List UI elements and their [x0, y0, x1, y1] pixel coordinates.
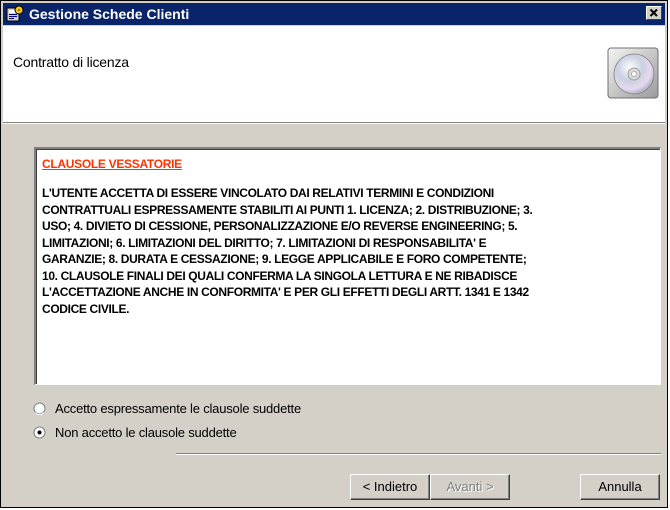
cancel-button[interactable]: Annulla [580, 474, 660, 500]
header-separator [3, 123, 665, 124]
next-button[interactable]: Avanti > [430, 474, 510, 500]
license-line: LIMITAZIONI; 6. LIMITAZIONI DEL DIRITTO;… [42, 235, 487, 250]
accept-radio-option[interactable]: Accetto espressamente le clausole suddet… [33, 400, 301, 416]
radio-unchecked-icon[interactable] [33, 402, 46, 415]
license-line: L'ACCETTAZIONE ANCHE IN CONFORMITA' E PE… [42, 285, 529, 299]
license-line: L'UTENTE ACCETTA DI ESSERE VINCOLATO DAI… [42, 186, 494, 200]
reject-radio-option[interactable]: Non accetto le clausole suddette [33, 424, 237, 440]
license-heading: CLAUSOLE VESSATORIE [42, 157, 182, 171]
page-title: Contratto di licenza [13, 54, 129, 70]
setup-window: Gestione Schede Clienti Contratto di lic… [0, 0, 668, 508]
footer-separator [176, 453, 661, 455]
license-text-box[interactable]: CLAUSOLE VESSATORIE L'UTENTE ACCETTA DI … [34, 147, 661, 385]
wizard-header: Contratto di licenza [3, 26, 665, 123]
license-line: CONTRATTUALI ESPRESSAMENTE STABILITI AI … [42, 202, 533, 217]
accept-radio-label[interactable]: Accetto espressamente le clausole suddet… [55, 401, 301, 416]
back-button[interactable]: < Indietro [350, 474, 430, 500]
license-line: GARANZIE; 8. DURATA E CESSAZIONE; 9. LEG… [42, 252, 527, 266]
license-line: USO; 4. DIVIETO DI CESSIONE, PERSONALIZZ… [42, 219, 518, 233]
license-line: 10. CLAUSOLE FINALI DEI QUALI CONFERMA L… [42, 268, 518, 283]
close-button[interactable] [646, 6, 662, 20]
title-bar[interactable]: Gestione Schede Clienti [3, 3, 665, 25]
app-icon [6, 5, 24, 22]
reject-radio-label[interactable]: Non accetto le clausole suddette [55, 425, 237, 440]
close-icon [649, 8, 658, 17]
window-title: Gestione Schede Clienti [29, 6, 190, 22]
license-body: L'UTENTE ACCETTA DI ESSERE VINCOLATO DAI… [42, 185, 654, 317]
license-line: CODICE CIVILE. [42, 301, 130, 316]
cd-disc-icon [607, 47, 659, 99]
radio-checked-icon[interactable] [33, 426, 46, 439]
